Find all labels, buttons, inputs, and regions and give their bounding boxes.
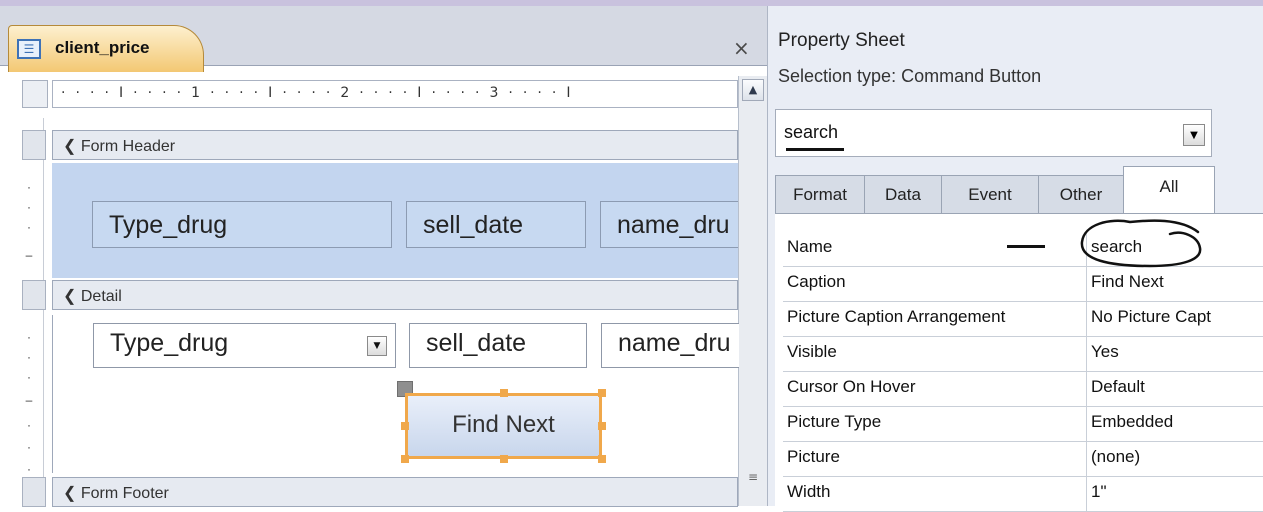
property-value[interactable]: (none) — [1091, 447, 1263, 467]
column-divider — [1086, 406, 1087, 441]
property-row[interactable]: Picture (none) — [783, 441, 1263, 477]
ruler-tick: · — [27, 440, 31, 454]
vertical-scrollbar[interactable]: ▲ ≡ — [738, 76, 767, 506]
property-name: Caption — [787, 272, 846, 291]
tab-all[interactable]: All — [1123, 166, 1215, 214]
ruler-tick: · — [27, 418, 31, 432]
column-divider — [1086, 301, 1087, 336]
resize-handle[interactable] — [401, 422, 409, 430]
section-collapse-icon: ❮ — [63, 288, 77, 305]
ruler-marks: · · · · I · · · · 1 · · · · I · · · · 2 … — [61, 85, 574, 101]
property-row[interactable]: Width 1" — [783, 476, 1263, 512]
ruler-tick: – — [25, 393, 33, 407]
document-tab-strip: ☰ client_price × — [0, 6, 767, 72]
property-value[interactable]: Yes — [1091, 342, 1263, 362]
dropdown-arrow-icon[interactable]: ▼ — [1183, 124, 1205, 146]
ruler-tick: · — [27, 200, 31, 214]
column-divider — [1086, 336, 1087, 371]
form-footer-text: Form Footer — [80, 485, 169, 502]
detail-textbox-sell-date[interactable]: sell_date — [409, 323, 587, 368]
resize-handle[interactable] — [598, 389, 606, 397]
property-sheet-title: Property Sheet — [778, 30, 905, 51]
property-name: Name — [787, 237, 833, 256]
horizontal-ruler: · · · · I · · · · 1 · · · · I · · · · 2 … — [52, 80, 738, 108]
handdrawn-circle — [1080, 219, 1202, 268]
scroll-grip-icon[interactable]: ≡ — [745, 470, 761, 484]
ruler-tick: · — [27, 220, 31, 234]
form-footer-label: ❮ Form Footer — [63, 483, 169, 503]
resize-handle[interactable] — [598, 422, 606, 430]
header-label-type-drug[interactable]: Type_drug — [92, 201, 392, 248]
property-row[interactable]: Cursor On Hover Default — [783, 371, 1263, 407]
property-name: Width — [787, 482, 831, 501]
handdrawn-dash — [1007, 245, 1045, 248]
property-row[interactable]: Picture Type Embedded — [783, 406, 1263, 442]
ruler-tick: · — [27, 180, 31, 194]
tab-data[interactable]: Data — [864, 175, 942, 213]
detail-bar[interactable]: ❮ Detail — [52, 280, 738, 310]
property-value[interactable]: No Picture Capt — [1091, 307, 1263, 327]
resize-handle[interactable] — [401, 455, 409, 463]
header-label-name-drug[interactable]: name_dru — [600, 201, 738, 248]
ruler-tick: · — [27, 330, 31, 344]
property-name: Visible — [787, 342, 837, 361]
column-divider — [1086, 441, 1087, 476]
property-name: Picture — [787, 447, 840, 466]
document-tab[interactable]: ☰ client_price — [8, 25, 204, 72]
find-next-button[interactable]: Find Next — [405, 393, 602, 459]
form-header-bar[interactable]: ❮ Form Header — [52, 130, 738, 160]
property-name: Cursor On Hover — [787, 377, 916, 396]
object-selector-dropdown[interactable]: search ▼ — [775, 109, 1212, 157]
close-icon[interactable]: × — [733, 36, 750, 60]
tab-event[interactable]: Event — [941, 175, 1039, 213]
property-value[interactable]: Default — [1091, 377, 1263, 397]
form-footer-bar[interactable]: ❮ Form Footer — [52, 477, 738, 507]
detail-selector[interactable] — [22, 280, 46, 310]
property-row[interactable]: Visible Yes — [783, 336, 1263, 372]
ruler-tick: · — [27, 350, 31, 364]
ruler-tick: · — [27, 370, 31, 384]
resize-handle[interactable] — [500, 455, 508, 463]
form-selector[interactable] — [22, 80, 48, 108]
property-row[interactable]: Picture Caption Arrangement No Picture C… — [783, 301, 1263, 337]
property-name: Picture Type — [787, 412, 882, 431]
scroll-up-arrow-icon[interactable]: ▲ — [742, 79, 764, 101]
section-collapse-icon: ❮ — [63, 138, 77, 155]
detail-label: ❮ Detail — [63, 286, 122, 306]
section-collapse-icon: ❮ — [63, 485, 77, 502]
form-header-label: ❮ Form Header — [63, 136, 175, 156]
vertical-ruler: · · · – · · · – · · · — [18, 118, 44, 506]
combo-value: Type_drug — [110, 329, 229, 357]
object-selector-value: search — [784, 122, 839, 142]
selection-type-label: Selection type: Command Button — [778, 66, 1042, 86]
property-name: Picture Caption Arrangement — [787, 307, 1006, 326]
header-label-sell-date[interactable]: sell_date — [406, 201, 586, 248]
form-header-selector[interactable] — [22, 130, 46, 160]
form-icon: ☰ — [17, 39, 41, 59]
dropdown-arrow-icon[interactable]: ▼ — [367, 336, 387, 356]
form-footer-selector[interactable] — [22, 477, 46, 507]
resize-handle[interactable] — [500, 389, 508, 397]
ruler-tick: · — [27, 462, 31, 476]
tab-format[interactable]: Format — [775, 175, 865, 213]
ruler-tick: – — [25, 248, 33, 262]
document-title: client_price — [55, 38, 150, 57]
column-divider — [1086, 371, 1087, 406]
resize-handle[interactable] — [598, 455, 606, 463]
form-header-text: Form Header — [80, 138, 176, 155]
detail-area: Type_drug ▼ sell_date name_dru — [52, 315, 739, 473]
handdrawn-underline — [786, 148, 844, 151]
property-value[interactable]: 1" — [1091, 482, 1263, 502]
detail-text: Detail — [80, 288, 122, 305]
property-value[interactable]: Embedded — [1091, 412, 1263, 432]
detail-textbox-name-drug[interactable]: name_dru — [601, 323, 739, 368]
form-header-area: Type_drug sell_date name_dru — [52, 163, 738, 278]
detail-combo-type-drug[interactable]: Type_drug ▼ — [93, 323, 396, 368]
